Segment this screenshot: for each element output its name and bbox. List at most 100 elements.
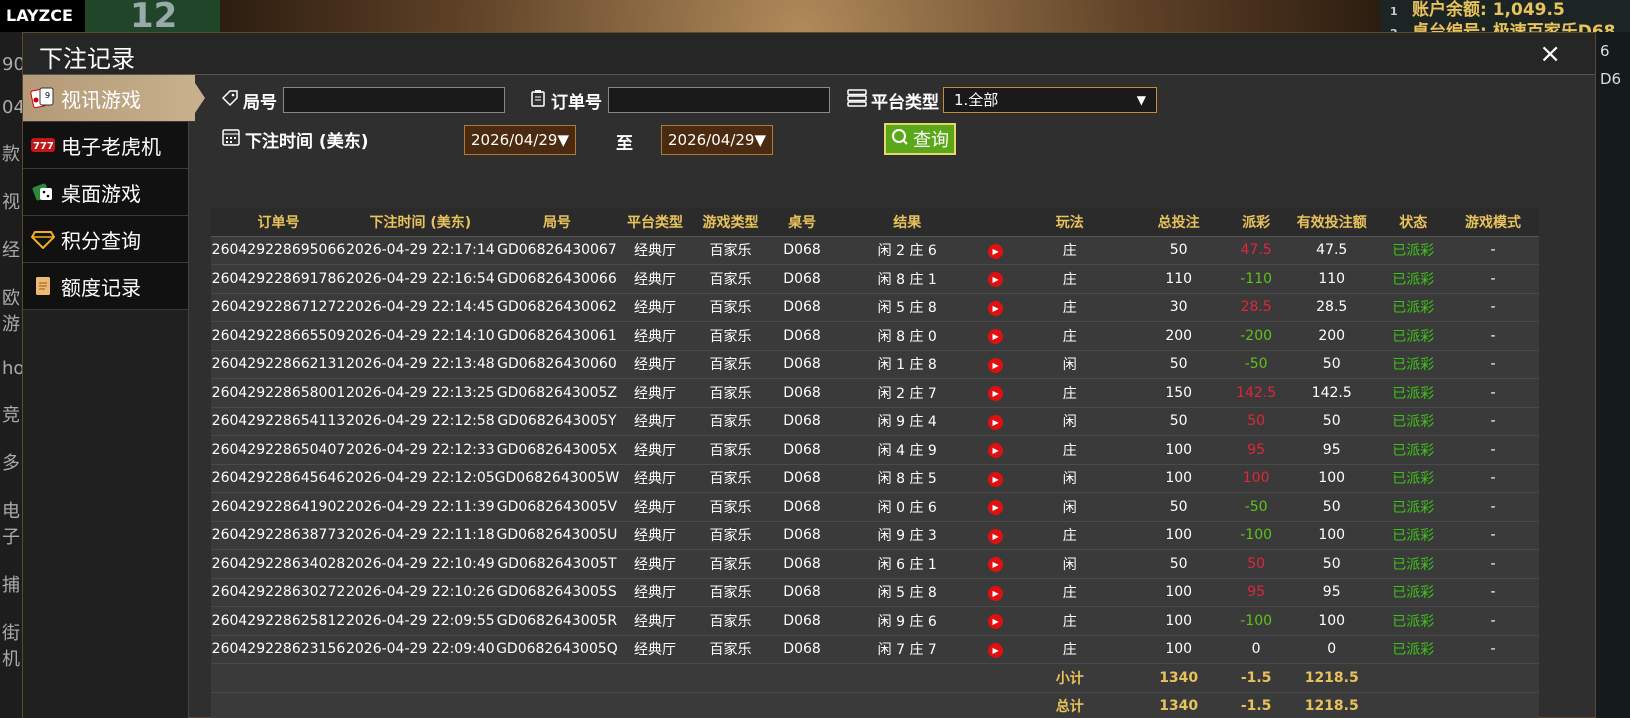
cell-game-mode: - (1447, 293, 1539, 322)
cell-replay[interactable]: ▶ (980, 435, 1011, 465)
cell-replay[interactable]: ▶ (980, 578, 1011, 607)
game-scene (220, 0, 1380, 32)
cell-platform: 经典厅 (619, 407, 691, 436)
round-input[interactable] (283, 87, 505, 113)
play-video-icon[interactable]: ▶ (988, 557, 1004, 573)
sidebar-item-credit-record[interactable]: 额度记录 (23, 263, 188, 310)
cell-game-mode: - (1447, 264, 1539, 294)
cell-status: 已派彩 (1379, 378, 1448, 408)
cell-order-id: 260429228658001 (211, 378, 346, 408)
cell-replay[interactable]: ▶ (980, 549, 1011, 579)
cell-platform: 经典厅 (619, 435, 691, 465)
cell-replay[interactable]: ▶ (980, 378, 1011, 408)
play-video-icon[interactable]: ▶ (988, 414, 1004, 430)
cell-platform: 经典厅 (619, 578, 691, 607)
col-platform: 平台类型 (619, 208, 691, 237)
cell-game-mode: - (1447, 464, 1539, 493)
query-button[interactable]: 查询 (884, 123, 956, 155)
cell-result: 闲 2 庄 7 (833, 378, 981, 408)
cell-replay[interactable]: ▶ (980, 635, 1011, 664)
cell-payout: 95 (1228, 578, 1285, 607)
col-replay (980, 208, 1011, 237)
play-video-icon[interactable]: ▶ (988, 357, 1004, 373)
cell-play: 闲 (1010, 464, 1130, 493)
cell-play: 庄 (1010, 521, 1130, 550)
sidebar-item-label: 桌面游戏 (61, 181, 141, 206)
play-video-icon[interactable]: ▶ (988, 642, 1004, 658)
clipboard-icon (529, 89, 547, 112)
cell-game-mode: - (1447, 606, 1539, 636)
table-header-row: 订单号 下注时间 (美东) 局号 平台类型 游戏类型 桌号 结果 玩法 总投注 … (211, 208, 1539, 237)
cell-replay[interactable]: ▶ (980, 321, 1011, 351)
cell-replay[interactable]: ▶ (980, 264, 1011, 294)
cell-result: 闲 8 庄 5 (833, 464, 981, 493)
cell-round-id: GD0682643005T (494, 549, 620, 579)
cell-result: 闲 1 庄 8 (833, 350, 981, 379)
cell-replay[interactable]: ▶ (980, 350, 1011, 379)
play-video-icon[interactable]: ▶ (988, 272, 1004, 288)
cell-valid-bet: 50 (1284, 492, 1380, 522)
cell-status: 已派彩 (1379, 407, 1448, 436)
date-to-picker[interactable]: 2026/04/29▼ (661, 125, 773, 155)
cell-table-no: D068 (770, 407, 834, 436)
cell-replay[interactable]: ▶ (980, 464, 1011, 493)
cell-total-bet: 100 (1129, 464, 1229, 493)
play-video-icon[interactable]: ▶ (988, 528, 1004, 544)
col-status: 状态 (1379, 208, 1448, 237)
cell-game-type: 百家乐 (690, 321, 771, 351)
left-background-column: 90 049 款 视 经 欧游 ho 竞 多 电子 捕 街机 (0, 32, 36, 718)
cell-bet-time: 2026-04-29 22:17:14 (345, 236, 495, 265)
cell-table-no: D068 (770, 378, 834, 408)
table-row: 260429228650407 2026-04-29 22:12:33 GD0682… (211, 435, 1539, 465)
cell-play: 庄 (1010, 293, 1130, 322)
cell-game-type: 百家乐 (690, 635, 771, 664)
play-video-icon[interactable]: ▶ (988, 443, 1004, 459)
date-from-picker[interactable]: 2026/04/29▼ (464, 125, 576, 155)
play-video-icon[interactable]: ▶ (988, 386, 1004, 402)
cell-result: 闲 4 庄 9 (833, 435, 981, 465)
empty-cell (1379, 692, 1539, 718)
play-video-icon[interactable]: ▶ (988, 614, 1004, 630)
platform-filter: 平台类型 1.全部 ▼ (847, 87, 1157, 113)
sidebar-item-slots[interactable]: 777 电子老虎机 (23, 122, 188, 169)
cell-replay[interactable]: ▶ (980, 492, 1011, 522)
cell-valid-bet: 47.5 (1284, 236, 1380, 265)
cell-game-type: 百家乐 (690, 435, 771, 465)
cell-bet-time: 2026-04-29 22:11:18 (345, 521, 495, 550)
cell-order-id: 260429228650407 (211, 435, 346, 465)
col-payout: 派彩 (1228, 208, 1285, 237)
play-video-icon[interactable]: ▶ (988, 500, 1004, 516)
play-video-icon[interactable]: ▶ (988, 300, 1004, 316)
cell-table-no: D068 (770, 236, 834, 265)
cell-replay[interactable]: ▶ (980, 407, 1011, 436)
order-input[interactable] (608, 87, 830, 113)
cell-table-no: D068 (770, 350, 834, 379)
cell-replay[interactable]: ▶ (980, 236, 1011, 265)
to-label: 至 (616, 134, 633, 154)
cell-order-id: 260429228671272 (211, 293, 346, 322)
close-button[interactable]: × (1539, 39, 1561, 69)
play-video-icon[interactable]: ▶ (988, 243, 1004, 259)
cell-valid-bet: 142.5 (1284, 378, 1380, 408)
cell-valid-bet: 95 (1284, 578, 1380, 607)
cell-result: 闲 6 庄 1 (833, 549, 981, 579)
platform-select[interactable]: 1.全部 ▼ (943, 87, 1157, 113)
cell-order-id: 260429228654113 (211, 407, 346, 436)
cell-replay[interactable]: ▶ (980, 293, 1011, 322)
cell-replay[interactable]: ▶ (980, 521, 1011, 550)
cell-total-bet: 50 (1129, 407, 1229, 436)
sidebar-item-points[interactable]: 积分查询 (23, 216, 188, 263)
sidebar-item-live-games[interactable]: 9 视讯游戏 (23, 75, 205, 122)
cell-bet-time: 2026-04-29 22:13:25 (345, 378, 495, 408)
cell-round-id: GD06826430061 (494, 321, 620, 351)
play-video-icon[interactable]: ▶ (988, 471, 1004, 487)
subtotal-label: 小计 (1010, 663, 1130, 693)
cell-round-id: GD0682643005V (494, 492, 620, 522)
play-video-icon[interactable]: ▶ (988, 329, 1004, 345)
play-video-icon[interactable]: ▶ (988, 585, 1004, 601)
cell-game-type: 百家乐 (690, 464, 771, 493)
cell-status: 已派彩 (1379, 578, 1448, 607)
sidebar-item-table-games[interactable]: 桌面游戏 (23, 169, 188, 216)
cell-replay[interactable]: ▶ (980, 606, 1011, 636)
table-row: 260429228665509 2026-04-29 22:14:10 GD0682… (211, 321, 1539, 351)
